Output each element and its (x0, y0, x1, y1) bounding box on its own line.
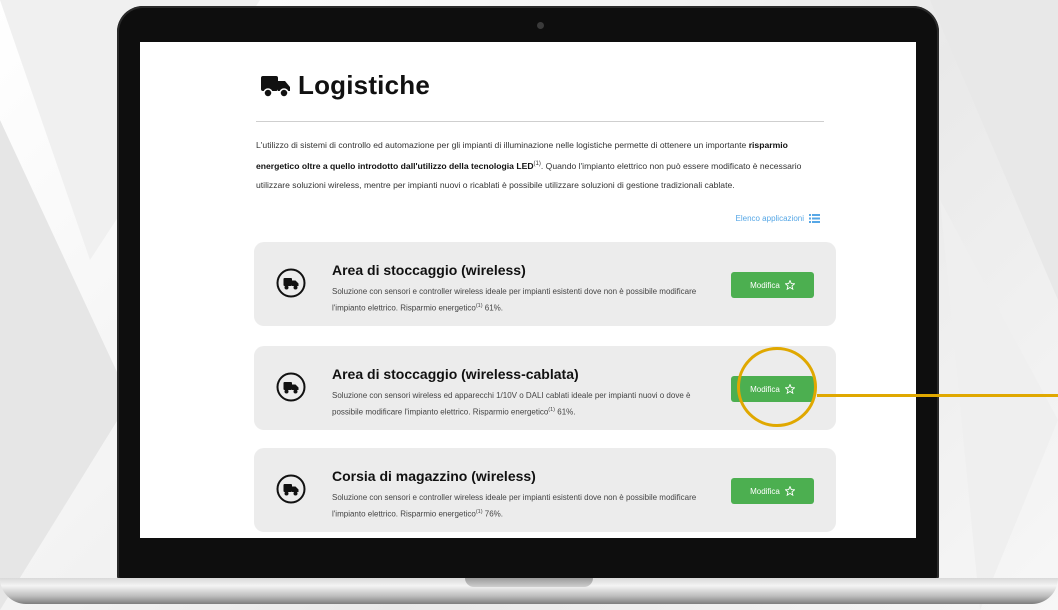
card-description-text: Soluzione con sensori wireless ed appare… (332, 391, 691, 417)
highlight-circle (737, 347, 817, 427)
page-title: Logistiche (298, 70, 431, 100)
laptop-screen: Logistiche L'utilizzo di sistemi di cont… (140, 42, 916, 538)
callout-line (817, 394, 1058, 397)
card-savings: 61%. (482, 303, 504, 313)
star-icon (784, 486, 795, 496)
modify-button[interactable]: Modifica (731, 272, 814, 298)
star-icon (784, 280, 795, 290)
title-divider (256, 121, 824, 122)
truck-circle-icon (276, 474, 306, 504)
screen-bezel-bottom (140, 538, 916, 568)
card-footnote: (1) (475, 509, 483, 515)
list-icon (809, 214, 820, 223)
card-footnote: (1) (475, 303, 483, 309)
card-description-text: Soluzione con sensori e controller wirel… (332, 493, 697, 519)
card-title: Area di stoccaggio (wireless-cablata) (332, 366, 579, 382)
modify-button-label: Modifica (750, 280, 780, 290)
applications-list-label: Elenco applicazioni (735, 214, 805, 223)
card-savings: 61%. (555, 407, 576, 417)
truck-icon (261, 75, 290, 98)
card-description: Soluzione con sensori wireless ed appare… (332, 388, 722, 420)
card-description-text: Soluzione con sensori e controller wirel… (332, 287, 697, 313)
applications-list-link[interactable]: Elenco applicazioni (735, 214, 820, 223)
card-savings: 76%. (482, 509, 504, 519)
modify-button[interactable]: Modifica (731, 478, 814, 504)
truck-circle-icon (276, 268, 306, 298)
camera-dot (537, 22, 544, 29)
application-card: Area di stoccaggio (wireless) Soluzione … (254, 242, 836, 326)
card-title: Corsia di magazzino (wireless) (332, 468, 536, 484)
intro-text-1: L'utilizzo di sistemi di controllo ed au… (256, 140, 749, 150)
card-description: Soluzione con sensori e controller wirel… (332, 284, 722, 316)
truck-circle-icon (276, 372, 306, 402)
modify-button-label: Modifica (750, 486, 780, 496)
page-header: Logistiche (260, 70, 430, 101)
intro-paragraph: L'utilizzo di sistemi di controllo ed au… (256, 136, 826, 195)
card-title: Area di stoccaggio (wireless) (332, 262, 526, 278)
application-card: Corsia di magazzino (wireless) Soluzione… (254, 448, 836, 532)
laptop-notch (465, 578, 593, 587)
intro-footnote: (1) (533, 161, 541, 167)
card-description: Soluzione con sensori e controller wirel… (332, 490, 722, 522)
